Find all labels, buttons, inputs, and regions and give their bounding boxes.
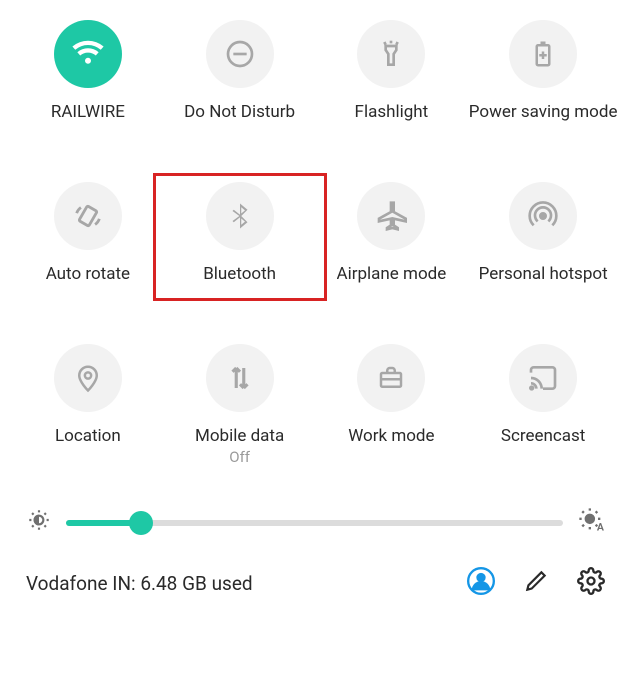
tile-label: Flashlight xyxy=(355,102,429,122)
tile-bluetooth[interactable]: Bluetooth xyxy=(153,173,327,301)
airplane-icon xyxy=(357,182,425,250)
edit-icon[interactable] xyxy=(523,568,549,599)
cast-icon xyxy=(509,344,577,412)
tile-mobile-data[interactable]: Mobile data Off xyxy=(164,344,316,466)
tile-label: Work mode xyxy=(348,426,434,446)
rotate-icon xyxy=(54,182,122,250)
tile-auto-rotate[interactable]: Auto rotate xyxy=(12,182,164,284)
settings-icon[interactable] xyxy=(577,567,605,600)
user-icon[interactable] xyxy=(467,567,495,600)
footer-row: Vodafone IN: 6.48 GB used xyxy=(0,561,631,618)
tile-work-mode[interactable]: Work mode xyxy=(316,344,468,466)
tile-label: Airplane mode xyxy=(337,264,447,284)
brightness-thumb[interactable] xyxy=(129,511,153,535)
hotspot-icon xyxy=(509,182,577,250)
tile-power-saving[interactable]: Power saving mode xyxy=(467,20,619,122)
dnd-icon xyxy=(206,20,274,88)
tile-label: Auto rotate xyxy=(46,264,130,284)
tile-dnd[interactable]: Do Not Disturb xyxy=(164,20,316,122)
tile-sublabel: Off xyxy=(229,448,250,466)
brightness-row: A xyxy=(0,506,631,561)
carrier-usage-text: Vodafone IN: 6.48 GB used xyxy=(26,572,439,595)
tile-label: Do Not Disturb xyxy=(184,102,295,122)
flashlight-icon xyxy=(357,20,425,88)
battery-plus-icon xyxy=(509,20,577,88)
tile-label: Power saving mode xyxy=(469,102,618,122)
brightness-auto-icon[interactable]: A xyxy=(577,506,605,539)
tile-flashlight[interactable]: Flashlight xyxy=(316,20,468,122)
tiles-grid: RAILWIRE Do Not Disturb Flashlight Power… xyxy=(0,0,631,506)
tile-label: Personal hotspot xyxy=(479,264,608,284)
tile-wifi[interactable]: RAILWIRE xyxy=(12,20,164,122)
data-arrows-icon xyxy=(206,344,274,412)
brightness-slider[interactable] xyxy=(66,520,563,526)
brightness-low-icon xyxy=(26,507,52,538)
location-icon xyxy=(54,344,122,412)
tile-label: RAILWIRE xyxy=(51,102,125,122)
bluetooth-icon xyxy=(206,182,274,250)
tile-label: Bluetooth xyxy=(203,264,276,284)
quick-settings-panel: RAILWIRE Do Not Disturb Flashlight Power… xyxy=(0,0,631,698)
tile-label: Location xyxy=(55,426,121,446)
wifi-icon xyxy=(54,20,122,88)
briefcase-icon xyxy=(357,344,425,412)
tile-label: Mobile data xyxy=(195,426,284,446)
tile-airplane[interactable]: Airplane mode xyxy=(316,182,468,284)
tile-location[interactable]: Location xyxy=(12,344,164,466)
tile-label: Screencast xyxy=(501,426,586,446)
tile-screencast[interactable]: Screencast xyxy=(467,344,619,466)
svg-text:A: A xyxy=(597,521,605,534)
tile-hotspot[interactable]: Personal hotspot xyxy=(467,182,619,284)
